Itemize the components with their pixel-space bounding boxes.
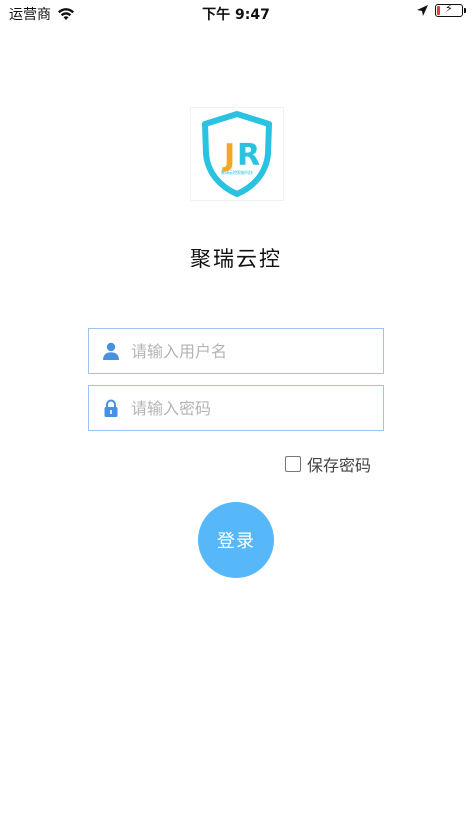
login-button[interactable]: 登录	[198, 502, 274, 578]
app-title: 聚瑞云控	[190, 247, 282, 271]
save-password-row[interactable]: 保存密码	[285, 452, 371, 476]
status-bar: 运营商 下午 9:47 ⚡	[0, 0, 472, 26]
status-time: 下午 9:47	[202, 7, 270, 23]
bolt-icon: ⚡	[445, 2, 453, 15]
app-logo: J R 聚瑞云控智能科技	[190, 107, 284, 201]
logo-letter-j: J	[222, 138, 235, 173]
username-field[interactable]	[88, 328, 384, 374]
battery-level	[437, 6, 440, 15]
status-right-group: ⚡	[416, 2, 466, 17]
save-password-checkbox[interactable]	[285, 456, 301, 472]
logo-caption: 聚瑞云控智能科技	[221, 169, 253, 175]
lock-icon	[104, 399, 118, 417]
username-input[interactable]	[131, 341, 361, 361]
user-icon	[103, 342, 119, 360]
shield-logo-icon: J R 聚瑞云控智能科技	[202, 111, 272, 197]
password-input[interactable]	[131, 398, 361, 418]
password-field[interactable]	[88, 385, 384, 431]
save-password-label: 保存密码	[307, 456, 372, 475]
logo-letter-r: R	[237, 138, 260, 173]
battery-charging-icon: ⚡	[435, 2, 466, 17]
location-arrow-icon	[417, 5, 428, 16]
